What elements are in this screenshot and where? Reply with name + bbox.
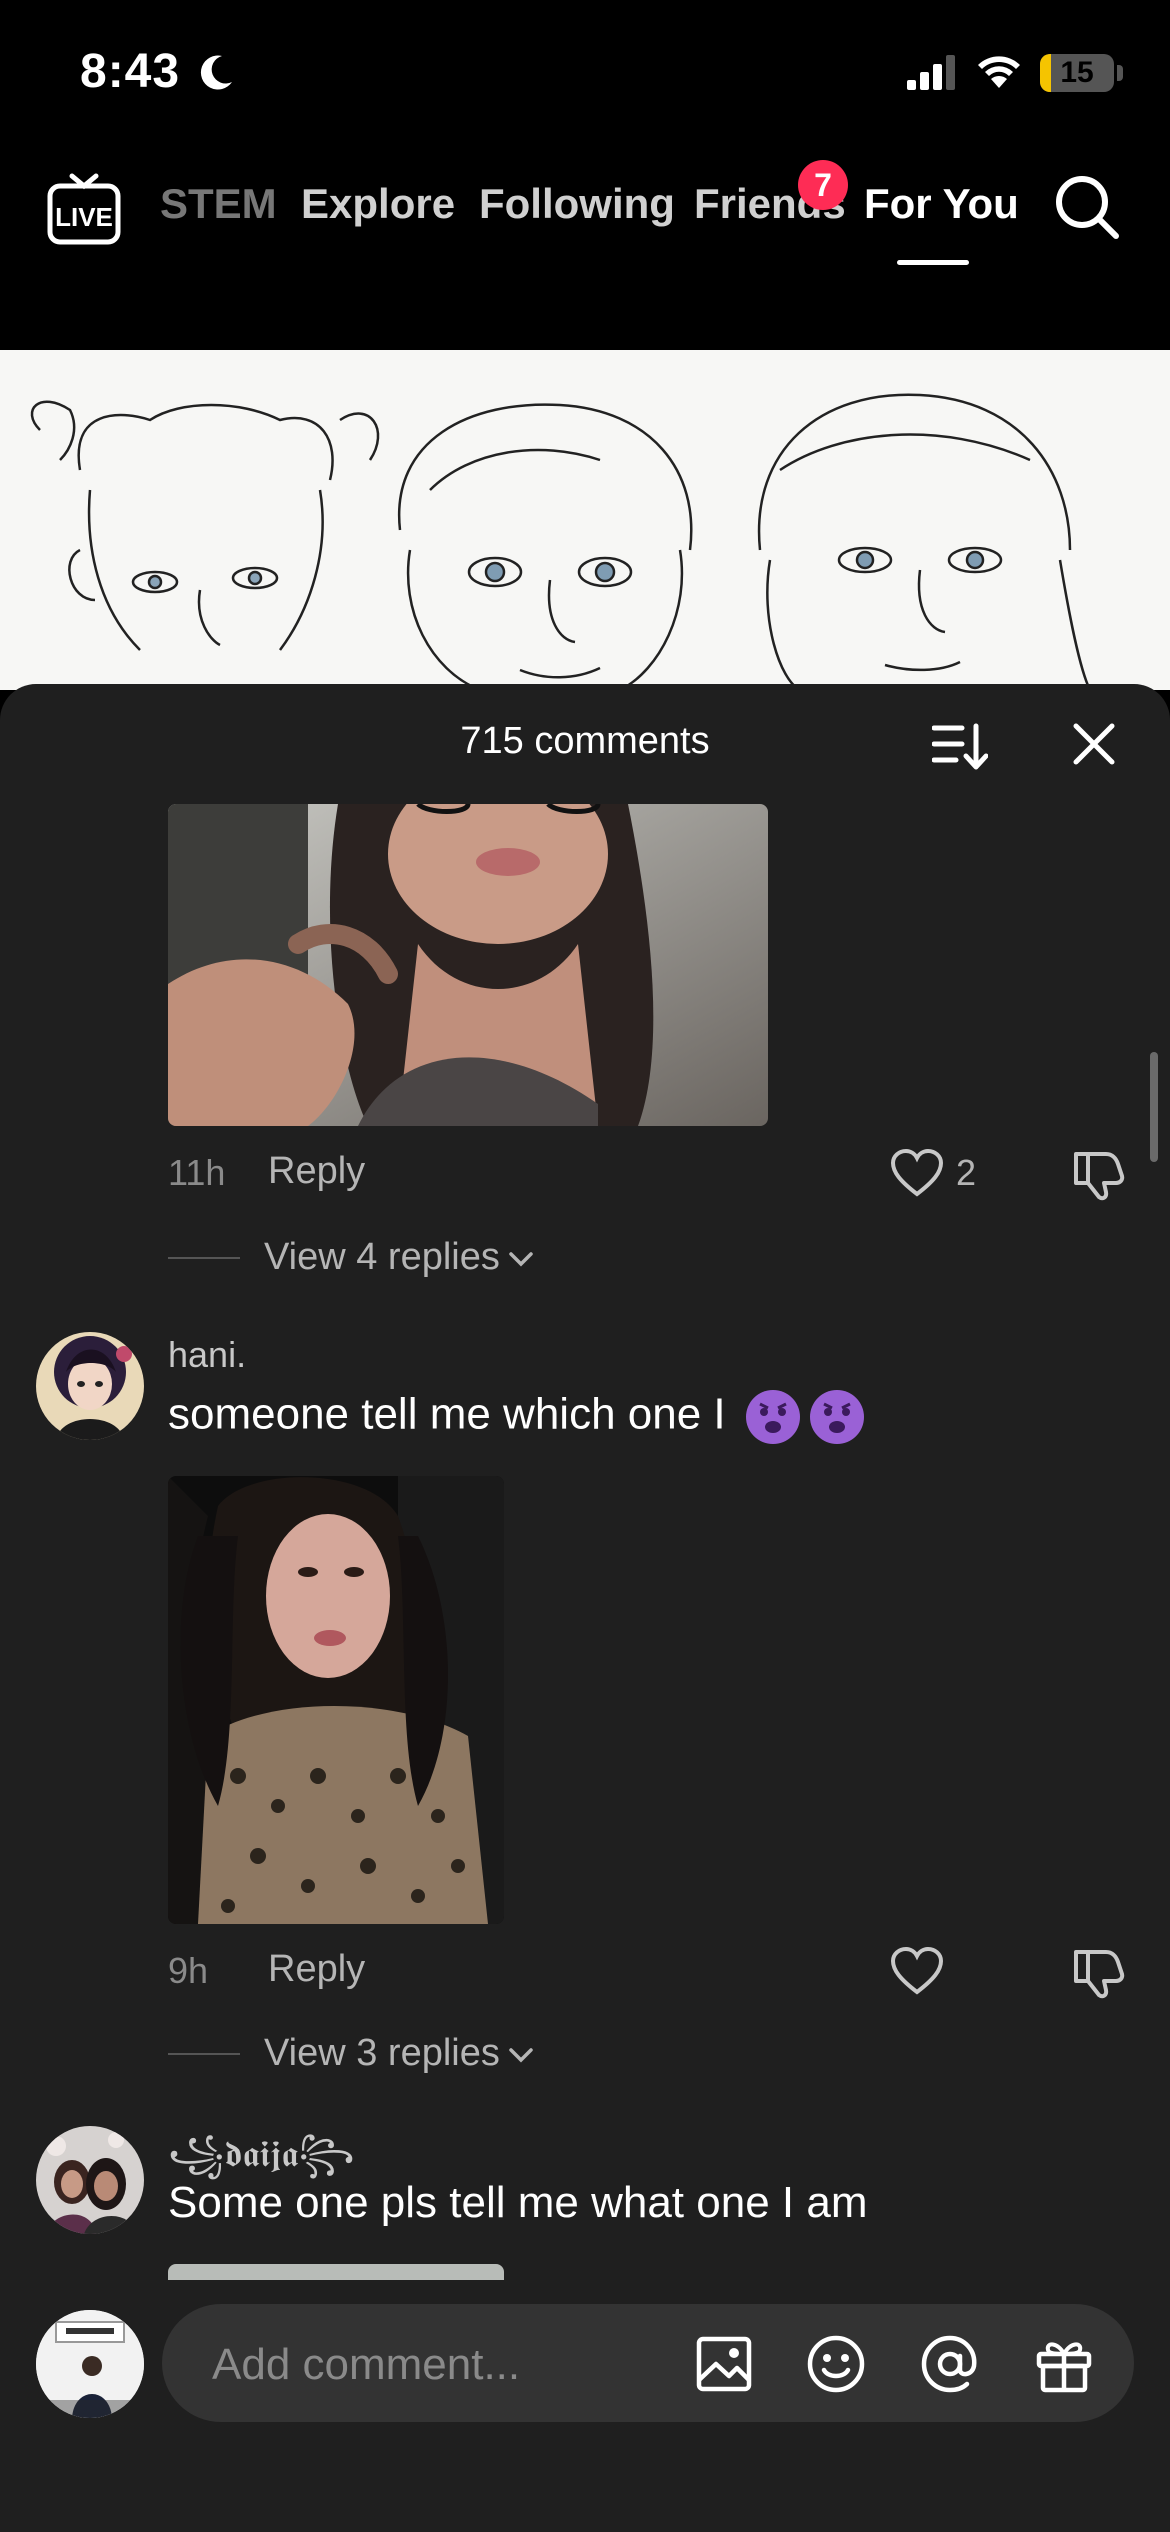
comment-timestamp: 9h	[168, 1950, 209, 1991]
comment-input[interactable]: Add comment...	[162, 2304, 1134, 2422]
live-label: LIVE	[55, 202, 113, 232]
avatar-image	[36, 2126, 144, 2234]
replies-divider	[168, 2053, 240, 2055]
comment-input-placeholder: Add comment...	[212, 2340, 521, 2389]
reply-button[interactable]: Reply	[268, 1150, 365, 1193]
tab-for-you[interactable]: For You	[864, 180, 1019, 228]
tab-explore[interactable]: Explore	[301, 180, 455, 228]
my-avatar[interactable]	[36, 2310, 144, 2418]
avatar-image	[36, 1332, 144, 1440]
friends-notification-badge: 7	[798, 160, 848, 210]
view-replies-button[interactable]: View 3 replies	[264, 2032, 534, 2075]
tab-stem[interactable]: STEM	[160, 180, 277, 228]
reply-button[interactable]: Reply	[268, 1948, 365, 1991]
like-count: 2	[956, 1152, 977, 1193]
status-bar: 8:43 15	[0, 0, 1170, 150]
purple-emoji-icon	[809, 1390, 864, 1444]
tab-following[interactable]: Following	[479, 180, 675, 228]
active-tab-indicator	[897, 260, 969, 265]
scrollbar[interactable]	[1150, 1052, 1158, 1162]
comment-text: someone tell me which one I	[168, 1388, 866, 1446]
comment-input-bar: Add comment...	[0, 2280, 1170, 2430]
heart-icon[interactable]	[890, 1148, 944, 1198]
live-icon[interactable]: LIVE	[46, 170, 122, 246]
signal-icon	[907, 55, 955, 90]
battery-tip	[1117, 65, 1123, 81]
sort-icon[interactable]	[932, 720, 988, 772]
comment-username[interactable]: hani.	[168, 1334, 246, 1376]
mention-icon[interactable]	[920, 2334, 980, 2394]
battery-percent: 15	[1060, 56, 1094, 89]
purple-emoji-icon	[745, 1390, 800, 1444]
avatar[interactable]	[36, 2126, 144, 2234]
dislike-icon[interactable]	[1070, 1944, 1126, 2000]
view-replies-button[interactable]: View 4 replies	[264, 1236, 534, 1279]
sketch-illustration	[30, 393, 1092, 690]
image-icon[interactable]	[694, 2334, 754, 2394]
close-icon[interactable]	[1070, 720, 1118, 768]
selfie-image	[168, 804, 768, 1126]
battery-icon: 15	[1040, 54, 1114, 92]
moon-icon	[200, 55, 232, 90]
search-icon[interactable]	[1050, 170, 1122, 242]
chevron-down-icon	[509, 1252, 533, 1267]
top-navigation: LIVE STEM Explore Following Friends 7 Fo…	[0, 150, 1170, 350]
comments-list[interactable]: 11h Reply 2 View 4 replies hani. someone…	[0, 804, 1170, 2282]
comment-timestamp: 11h	[168, 1152, 226, 1193]
comment-photo[interactable]	[168, 804, 768, 1126]
view-replies-label: View 4 replies	[264, 1236, 500, 1278]
avatar[interactable]	[36, 1332, 144, 1440]
replies-divider	[168, 1257, 240, 1259]
gift-icon[interactable]	[1034, 2334, 1094, 2394]
wifi-icon	[978, 56, 1020, 88]
status-time: 8:43	[80, 45, 181, 98]
chevron-down-icon	[509, 2048, 533, 2063]
home-indicator-area	[0, 2430, 1170, 2532]
view-replies-label: View 3 replies	[264, 2032, 500, 2074]
comment-photo[interactable]	[168, 1476, 504, 1924]
emoji-icon[interactable]	[806, 2334, 866, 2394]
comment-text-content: someone tell me which one I	[168, 1389, 726, 1439]
avatar-image	[36, 2310, 144, 2418]
comment-text: Some one pls tell me what one I am	[168, 2178, 868, 2227]
comments-panel: 715 comments 11h Reply 2 View 4 replies …	[0, 684, 1170, 2532]
selfie-image	[168, 1476, 504, 1924]
heart-icon[interactable]	[890, 1946, 944, 1996]
video-preview[interactable]	[0, 350, 1170, 690]
comments-count-title: 715 comments	[460, 720, 710, 762]
dislike-icon[interactable]	[1070, 1146, 1126, 1202]
